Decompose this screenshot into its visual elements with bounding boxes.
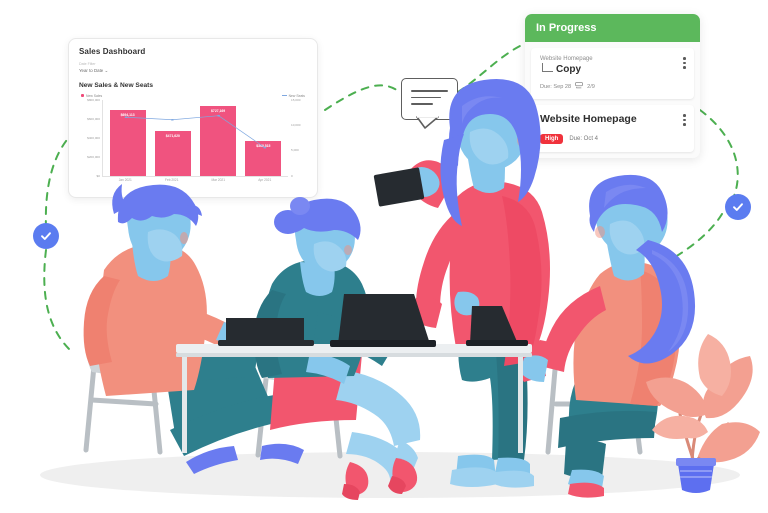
laptop-left [218, 318, 314, 346]
tablet [373, 167, 425, 207]
team-illustration [83, 79, 760, 500]
illustration-stage: Sales Dashboard Date Filter Year to Date… [0, 0, 768, 513]
